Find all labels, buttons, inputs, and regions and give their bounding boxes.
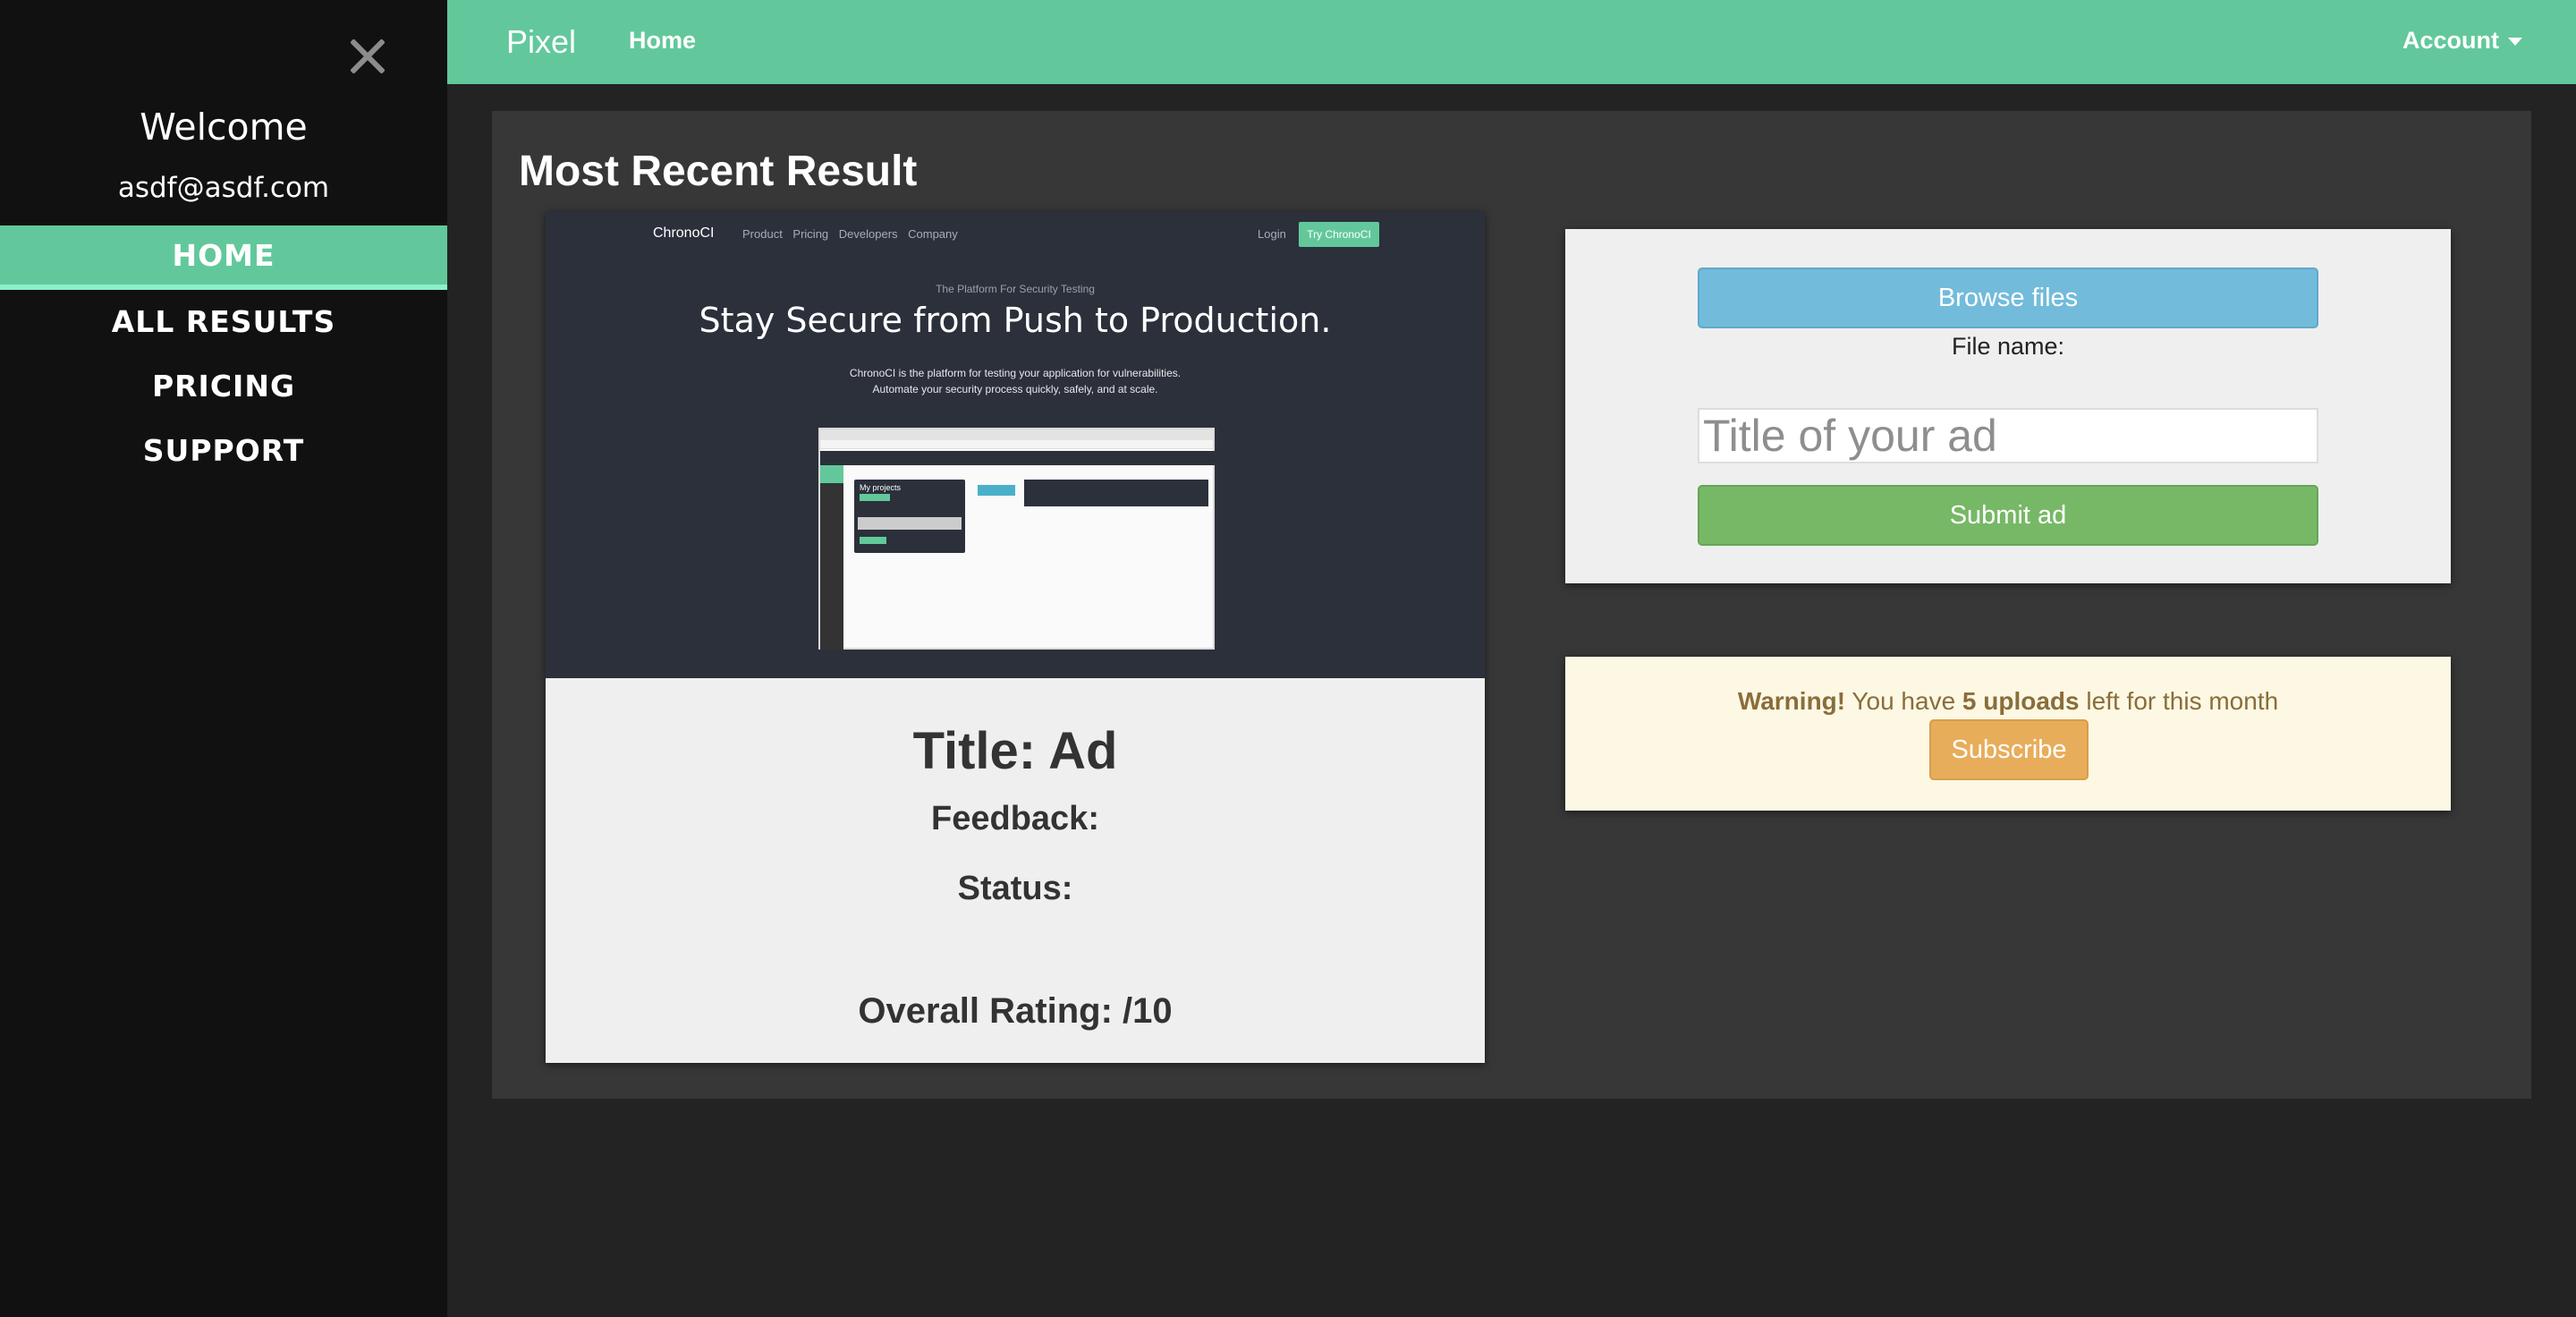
screenshot-app-preview: My projects xyxy=(818,428,1215,650)
submit-ad-button[interactable]: Submit ad xyxy=(1698,485,2318,546)
preview-projects-button-2 xyxy=(860,537,886,544)
warning-strong: Warning! xyxy=(1737,687,1846,715)
welcome-heading: Welcome xyxy=(140,106,308,149)
sidebar-item-all-results[interactable]: ALL RESULTS xyxy=(0,290,447,354)
screenshot-login: Login xyxy=(1258,227,1286,241)
account-dropdown[interactable]: Account xyxy=(2402,27,2522,55)
top-navbar: Pixel Home Account xyxy=(447,0,2576,84)
ad-title-input[interactable] xyxy=(1698,408,2318,463)
screenshot-subtext: ChronoCI is the platform for testing you… xyxy=(546,365,1485,397)
warning-text-2: left for this month xyxy=(2086,687,2279,715)
warning-text: Warning! You have 5 uploads left for thi… xyxy=(1565,687,2451,716)
screenshot-links: Product Pricing Developers Company xyxy=(742,227,958,241)
sidebar-item-home[interactable]: HOME xyxy=(0,225,447,290)
preview-projects-button xyxy=(860,494,890,501)
preview-browser-bar xyxy=(820,429,1213,440)
brand-link[interactable]: Pixel xyxy=(506,23,576,61)
upload-form: Browse files File name: Submit ad xyxy=(1565,229,2451,583)
preview-projects-row xyxy=(858,517,962,530)
result-feedback: Feedback: xyxy=(931,800,1099,837)
warning-text-1: You have xyxy=(1852,687,1956,715)
screenshot-subtext-line1: ChronoCI is the platform for testing you… xyxy=(849,367,1182,379)
result-status: Status: xyxy=(957,870,1073,907)
result-card: ChronoCI Product Pricing Developers Comp… xyxy=(546,211,1485,1063)
upload-warning-alert: Warning! You have 5 uploads left for thi… xyxy=(1565,657,2451,811)
result-rating: Overall Rating: /10 xyxy=(858,991,1173,1031)
screenshot-try-button: Try ChronoCI xyxy=(1299,222,1379,247)
screenshot-logo: ChronoCI xyxy=(653,225,715,241)
screenshot-headline: Stay Secure from Push to Production. xyxy=(699,301,1332,340)
browse-files-button[interactable]: Browse files xyxy=(1698,268,2318,328)
preview-build-card xyxy=(1024,480,1208,506)
screenshot-nav: ChronoCI Product Pricing Developers Comp… xyxy=(546,222,1485,249)
subscribe-button[interactable]: Subscribe xyxy=(1929,719,2089,780)
chevron-down-icon xyxy=(2508,38,2522,47)
page-title: Most Recent Result xyxy=(519,148,918,195)
sidebar-item-support[interactable]: SUPPORT xyxy=(0,419,447,483)
main-panel: Most Recent Result ChronoCI Product Pric… xyxy=(492,111,2531,1099)
sidebar-item-pricing[interactable]: PRICING xyxy=(0,354,447,419)
screenshot-tagline: The Platform For Security Testing xyxy=(936,283,1095,295)
preview-url-bar xyxy=(820,440,1213,449)
preview-header xyxy=(820,451,1215,465)
screenshot-subtext-line2: Automate your security process quickly, … xyxy=(872,383,1158,395)
preview-projects-title: My projects xyxy=(860,483,902,492)
upload-count: 5 uploads xyxy=(1962,687,2080,715)
sidebar-nav: HOME ALL RESULTS PRICING SUPPORT xyxy=(0,225,447,483)
nav-home-link[interactable]: Home xyxy=(629,27,696,55)
preview-pill xyxy=(978,485,1015,496)
preview-sidebar xyxy=(820,465,843,650)
account-label: Account xyxy=(2402,27,2499,54)
result-title: Title: Ad xyxy=(912,722,1118,780)
preview-projects-panel: My projects xyxy=(854,480,965,553)
file-name-label: File name: xyxy=(1951,333,2065,360)
ad-screenshot-image: ChronoCI Product Pricing Developers Comp… xyxy=(546,211,1485,678)
user-email: asdf@asdf.com xyxy=(117,172,330,204)
preview-sidebar-active xyxy=(820,465,843,483)
sidebar: Welcome asdf@asdf.com HOME ALL RESULTS P… xyxy=(0,0,447,1317)
close-icon[interactable] xyxy=(343,32,394,82)
